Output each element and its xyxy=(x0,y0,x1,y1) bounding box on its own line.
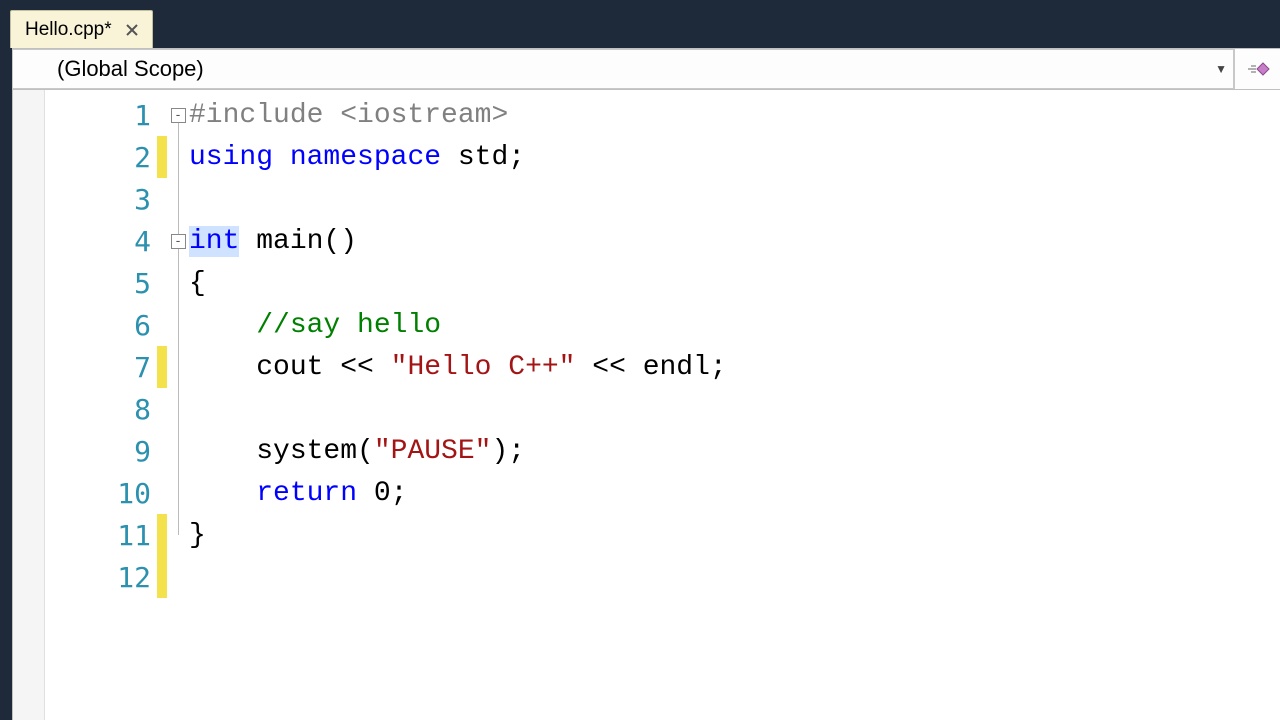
diamond-icon xyxy=(1246,57,1270,81)
code-line[interactable] xyxy=(189,556,1280,598)
line-number: 6 xyxy=(134,309,151,342)
tab-bar: Hello.cpp* xyxy=(0,0,1280,48)
changed-line-marker xyxy=(157,514,167,556)
scope-dropdown[interactable]: (Global Scope) ▼ xyxy=(12,49,1234,89)
changed-line-marker xyxy=(157,136,167,178)
code-line[interactable]: //say hello xyxy=(189,304,1280,346)
outline-guide xyxy=(178,136,179,178)
line-number: 2 xyxy=(134,141,151,174)
outline-guide xyxy=(178,178,179,220)
code-line[interactable]: cout << "Hello C++" << endl; xyxy=(189,346,1280,388)
line-number: 5 xyxy=(134,267,151,300)
chevron-down-icon: ▼ xyxy=(1215,62,1227,76)
line-number: 4 xyxy=(134,225,151,258)
code-line[interactable]: return 0; xyxy=(189,472,1280,514)
code-line[interactable] xyxy=(189,178,1280,220)
line-number: 11 xyxy=(117,519,151,552)
editor-window: Hello.cpp* (Global Scope) ▼ 1 2 3 xyxy=(0,0,1280,720)
code-line[interactable]: using namespace std; xyxy=(189,136,1280,178)
code-line[interactable]: system("PAUSE"); xyxy=(189,430,1280,472)
outline-guide xyxy=(178,346,179,388)
tab-title: Hello.cpp* xyxy=(25,19,112,41)
code-line[interactable]: } xyxy=(189,514,1280,556)
fold-toggle[interactable]: - xyxy=(171,108,186,123)
outline-guide xyxy=(178,304,179,346)
code-line[interactable]: int main() xyxy=(189,220,1280,262)
outlining-column: - - xyxy=(167,90,189,720)
file-tab[interactable]: Hello.cpp* xyxy=(10,10,153,48)
line-number: 3 xyxy=(134,183,151,216)
scope-bar: (Global Scope) ▼ xyxy=(12,48,1280,90)
outline-guide xyxy=(178,430,179,472)
scope-side-button[interactable] xyxy=(1234,49,1280,89)
outline-guide xyxy=(178,388,179,430)
changed-line-marker xyxy=(157,556,167,598)
fold-toggle[interactable]: - xyxy=(171,234,186,249)
selection: int xyxy=(189,226,239,257)
outline-guide xyxy=(178,122,179,136)
outline-guide xyxy=(178,248,179,262)
code-area[interactable]: #include <iostream> using namespace std;… xyxy=(189,90,1280,720)
change-indicator-column xyxy=(157,90,167,720)
outline-guide xyxy=(178,220,179,234)
outline-guide xyxy=(178,472,179,514)
outline-guide xyxy=(178,262,179,304)
line-number: 12 xyxy=(117,561,151,594)
line-number: 10 xyxy=(117,477,151,510)
code-editor[interactable]: 1 2 3 4 5 6 7 8 9 10 11 12 xyxy=(12,90,1280,720)
line-number: 7 xyxy=(134,351,151,384)
code-line[interactable]: { xyxy=(189,262,1280,304)
line-number: 8 xyxy=(134,393,151,426)
line-number: 9 xyxy=(134,435,151,468)
line-number: 1 xyxy=(134,99,151,132)
line-number-gutter: 1 2 3 4 5 6 7 8 9 10 11 12 xyxy=(45,90,157,720)
breakpoint-margin[interactable] xyxy=(13,90,45,720)
code-line[interactable]: #include <iostream> xyxy=(189,94,1280,136)
close-icon[interactable] xyxy=(122,20,142,40)
code-line[interactable] xyxy=(189,388,1280,430)
scope-label: (Global Scope) xyxy=(57,56,204,82)
outline-guide xyxy=(178,514,179,535)
changed-line-marker xyxy=(157,346,167,388)
